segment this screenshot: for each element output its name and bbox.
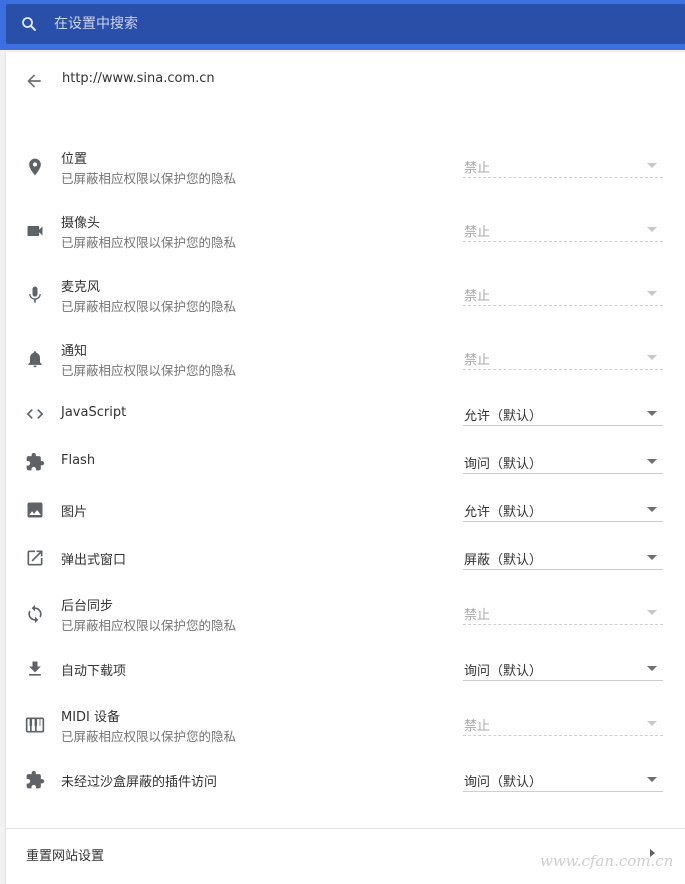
dropdown-arrow-icon (647, 721, 657, 726)
permission-select[interactable]: 禁止 (463, 713, 663, 736)
sync-icon (28, 604, 42, 624)
top-bar (0, 0, 685, 50)
site-settings-card: http://www.sina.com.cn 位置 已屏蔽相应权限以保护您的隐私… (6, 52, 685, 884)
permission-row-flash: Flash 询问（默认） (6, 450, 685, 476)
watermark: www.cfan.com.cn (540, 852, 674, 870)
permission-select[interactable]: 询问（默认） (463, 658, 663, 681)
permission-subtitle: 已屏蔽相应权限以保护您的隐私 (61, 171, 237, 186)
select-value: 禁止 (464, 289, 491, 304)
select-value: 询问（默认） (464, 457, 543, 472)
dropdown-arrow-icon (647, 666, 657, 671)
select-value: 禁止 (464, 608, 491, 623)
select-value: 询问（默认） (464, 664, 543, 679)
puzzle-icon (26, 452, 45, 471)
permission-subtitle: 已屏蔽相应权限以保护您的隐私 (61, 235, 237, 250)
permission-title: 图片 (61, 505, 88, 520)
dropdown-arrow-icon (647, 555, 657, 560)
select-value: 屏蔽（默认） (464, 553, 543, 568)
permission-row-camera: 摄像头 已屏蔽相应权限以保护您的隐私 禁止 (6, 210, 685, 256)
permission-row-unsandboxed-plugins: 未经过沙盒屏蔽的插件访问 询问（默认） (6, 768, 685, 794)
select-value: 询问（默认） (464, 775, 543, 790)
dropdown-arrow-icon (647, 459, 657, 464)
permission-row-location: 位置 已屏蔽相应权限以保护您的隐私 禁止 (6, 146, 685, 192)
open-in-new-icon (27, 550, 43, 566)
permission-row-microphone: 麦克风 已屏蔽相应权限以保护您的隐私 禁止 (6, 274, 685, 320)
location-pin-icon (29, 158, 41, 176)
permission-select[interactable]: 允许（默认） (463, 403, 663, 426)
permission-title: 弹出式窗口 (61, 553, 127, 568)
permission-row-midi: MIDI 设备 已屏蔽相应权限以保护您的隐私 禁止 (6, 704, 685, 750)
select-value: 禁止 (464, 719, 491, 734)
select-value: 允许（默认） (464, 409, 543, 424)
permission-title: MIDI 设备 (61, 710, 121, 725)
permission-subtitle: 已屏蔽相应权限以保护您的隐私 (61, 299, 237, 314)
permission-subtitle: 已屏蔽相应权限以保护您的隐私 (61, 729, 237, 744)
permission-row-images: 图片 允许（默认） (6, 498, 685, 524)
image-icon (27, 502, 43, 518)
dropdown-arrow-icon (647, 355, 657, 360)
permission-row-automatic-downloads: 自动下载项 询问（默认） (6, 657, 685, 683)
permission-select[interactable]: 禁止 (463, 283, 663, 306)
select-value: 禁止 (464, 353, 491, 368)
permission-title: 后台同步 (61, 599, 114, 614)
search-icon (22, 17, 36, 31)
permission-select[interactable]: 询问（默认） (463, 451, 663, 474)
permission-select[interactable]: 禁止 (463, 155, 663, 178)
permission-subtitle: 已屏蔽相应权限以保护您的隐私 (61, 363, 237, 378)
permission-title: 摄像头 (61, 216, 101, 231)
permission-title: Flash (61, 453, 96, 468)
permission-select[interactable]: 禁止 (463, 219, 663, 242)
permission-row-popups: 弹出式窗口 屏蔽（默认） (6, 546, 685, 572)
permission-row-notifications: 通知 已屏蔽相应权限以保护您的隐私 禁止 (6, 338, 685, 384)
camera-icon (27, 226, 43, 236)
back-arrow-icon[interactable] (24, 71, 44, 91)
permission-title: 位置 (61, 152, 88, 167)
permission-row-javascript: JavaScript 允许（默认） (6, 402, 685, 428)
dropdown-arrow-icon (647, 163, 657, 168)
permission-title: 通知 (61, 344, 88, 359)
search-input[interactable] (52, 15, 656, 33)
bell-icon (28, 351, 42, 368)
select-value: 禁止 (464, 161, 491, 176)
search-box[interactable] (6, 4, 685, 44)
piano-icon (25, 717, 45, 733)
permission-title: JavaScript (61, 405, 127, 420)
permission-row-background-sync: 后台同步 已屏蔽相应权限以保护您的隐私 禁止 (6, 593, 685, 639)
reset-site-settings-label: 重置网站设置 (26, 849, 105, 864)
code-icon (26, 409, 44, 419)
permission-select[interactable]: 询问（默认） (463, 769, 663, 792)
permission-select[interactable]: 屏蔽（默认） (463, 547, 663, 570)
permission-subtitle: 已屏蔽相应权限以保护您的隐私 (61, 618, 237, 633)
select-value: 允许（默认） (464, 505, 543, 520)
permission-title: 麦克风 (61, 280, 101, 295)
dropdown-arrow-icon (647, 610, 657, 615)
microphone-icon (29, 286, 41, 303)
permission-title: 未经过沙盒屏蔽的插件访问 (61, 775, 218, 790)
permission-title: 自动下载项 (61, 664, 127, 679)
puzzle-icon (26, 770, 45, 789)
site-url: http://www.sina.com.cn (62, 71, 215, 86)
permission-select[interactable]: 禁止 (463, 602, 663, 625)
select-value: 禁止 (464, 225, 491, 240)
download-icon (29, 661, 41, 676)
dropdown-arrow-icon (647, 507, 657, 512)
permission-select[interactable]: 禁止 (463, 347, 663, 370)
site-header: http://www.sina.com.cn (6, 52, 685, 108)
permission-select[interactable]: 允许（默认） (463, 499, 663, 522)
dropdown-arrow-icon (647, 291, 657, 296)
dropdown-arrow-icon (647, 227, 657, 232)
dropdown-arrow-icon (647, 411, 657, 416)
dropdown-arrow-icon (647, 777, 657, 782)
